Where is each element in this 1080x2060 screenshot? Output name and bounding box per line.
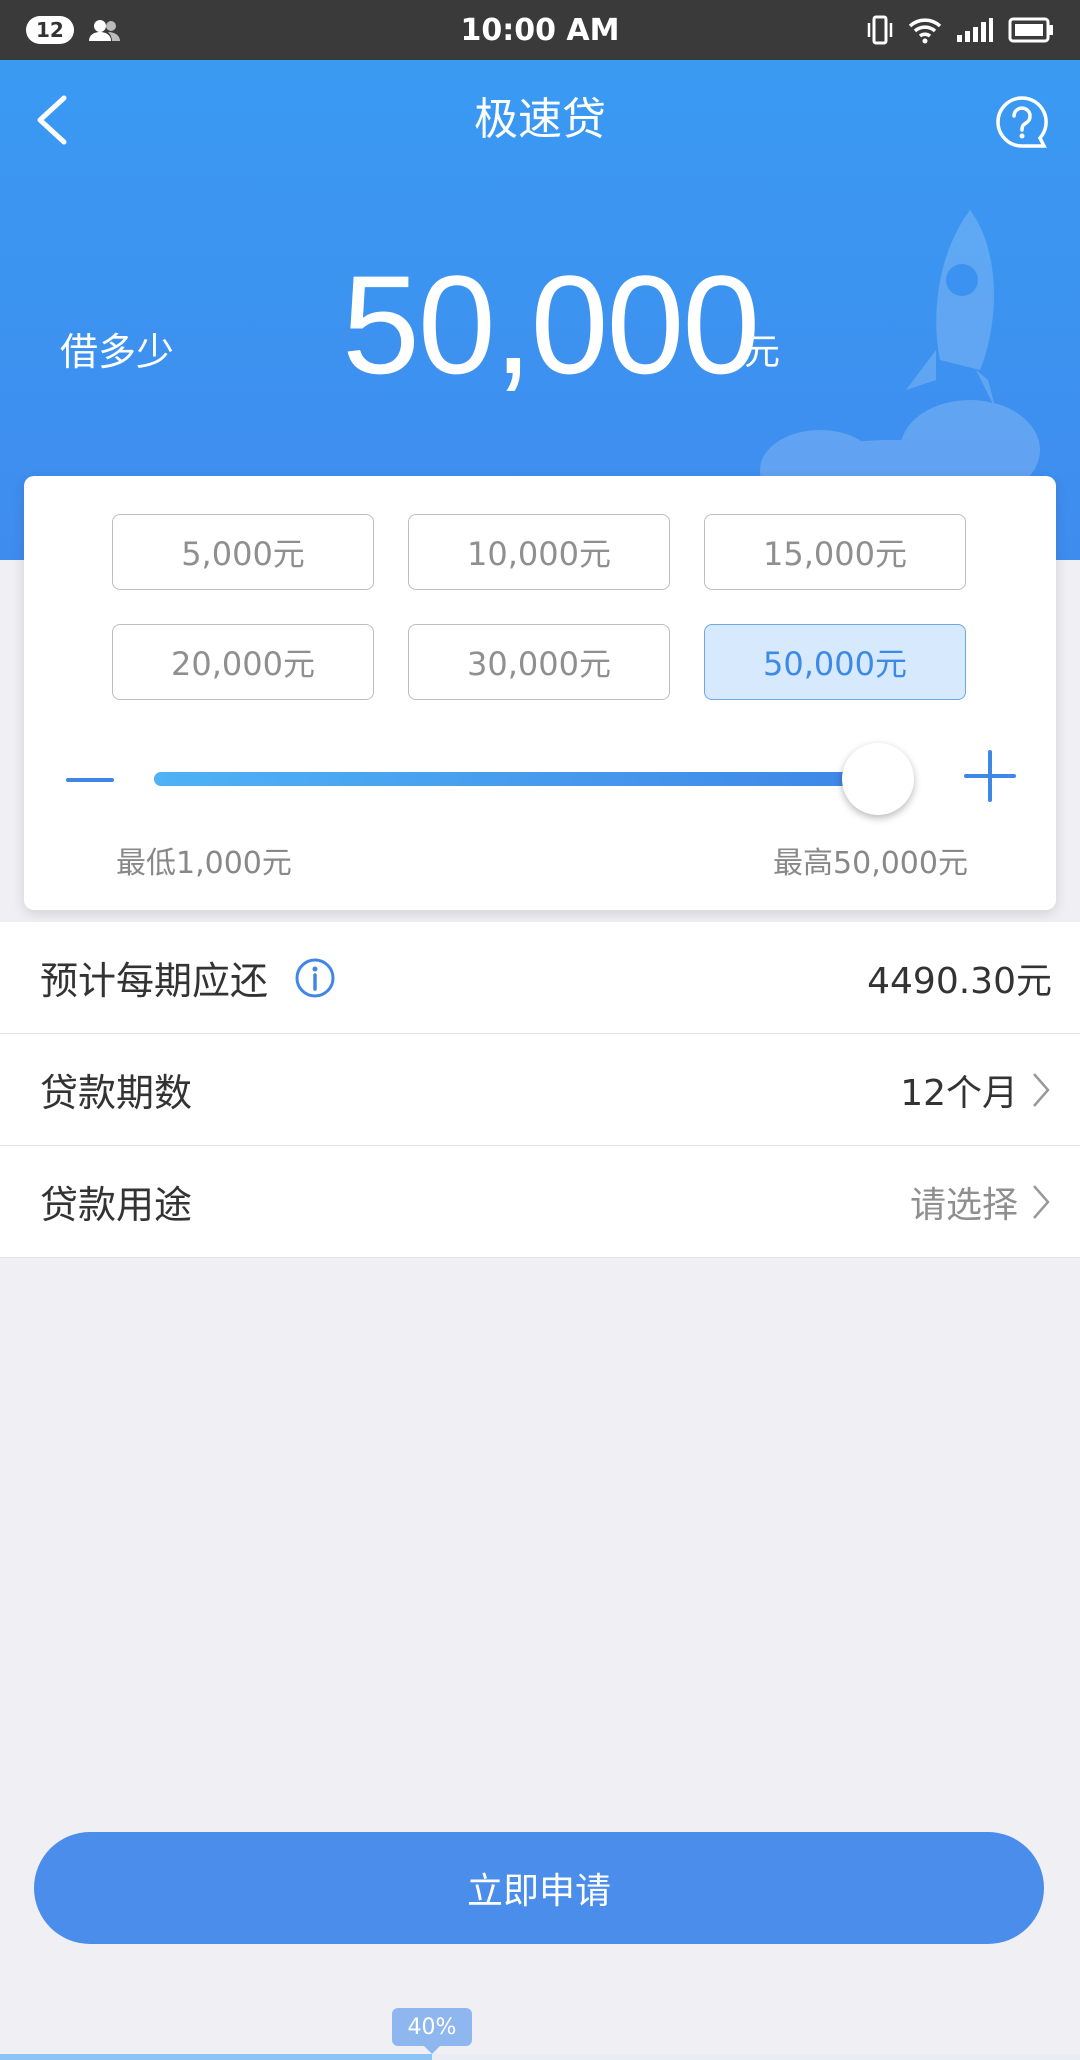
- amount-option-5000[interactable]: 5,000元: [112, 514, 374, 590]
- borrow-amount-label: 借多少: [60, 330, 175, 374]
- loan-term-value-group: 12个月: [900, 1064, 1052, 1116]
- info-icon[interactable]: [294, 957, 336, 999]
- amount-option-grid: 5,000元 10,000元 15,000元 20,000元 30,000元 5…: [112, 514, 968, 700]
- progress-bar-fill: [0, 2054, 432, 2060]
- status-bar-right: [866, 15, 1054, 45]
- amount-slider-track[interactable]: [154, 743, 914, 815]
- apply-now-button[interactable]: 立即申请: [34, 1832, 1044, 1944]
- chevron-right-icon: [1033, 1072, 1050, 1107]
- vibrate-icon: [867, 15, 893, 45]
- notification-count-badge: 12: [26, 16, 74, 44]
- repayment-label-group: 预计每期应还: [40, 950, 336, 1005]
- amount-option-50000[interactable]: 50,000元: [704, 624, 966, 700]
- amount-option-15000[interactable]: 15,000元: [704, 514, 966, 590]
- amount-option-30000[interactable]: 30,000元: [408, 624, 670, 700]
- plus-icon[interactable]: [960, 746, 1020, 806]
- question-bubble-icon[interactable]: [994, 94, 1050, 150]
- status-bar: 12 10:00 AM: [0, 0, 1080, 60]
- loan-purpose-label: 贷款用途: [40, 1183, 193, 1227]
- battery-icon: [1008, 17, 1053, 43]
- page-title: 极速贷: [474, 94, 606, 145]
- progress-badge: 40%: [392, 2008, 472, 2054]
- loan-term-row[interactable]: 贷款期数 12个月: [0, 1034, 1080, 1146]
- loan-amount-unit: 元: [744, 332, 781, 373]
- loan-term-label: 贷款期数: [40, 1071, 193, 1115]
- loan-purpose-row[interactable]: 贷款用途 请选择: [0, 1146, 1080, 1258]
- slider-min-label: 最低1,000元: [116, 846, 292, 881]
- status-bar-left: 12: [26, 16, 122, 44]
- wifi-icon: [908, 18, 942, 44]
- contacts-icon: [88, 20, 120, 41]
- slider-max-label: 最高50,000元: [773, 846, 968, 881]
- repayment-row: 预计每期应还 4490.30元: [0, 922, 1080, 1034]
- amount-slider-handle[interactable]: [842, 743, 914, 815]
- chevron-right-icon: [1033, 1184, 1050, 1219]
- loan-purpose-value: 请选择: [909, 1184, 1018, 1226]
- repayment-label: 预计每期应还: [40, 959, 269, 1003]
- amount-option-20000[interactable]: 20,000元: [112, 624, 374, 700]
- progress-bar: [0, 2054, 1080, 2060]
- amount-selection-card: 5,000元 10,000元 15,000元 20,000元 30,000元 5…: [24, 476, 1056, 910]
- loan-detail-list: 预计每期应还 4490.30元 贷款期数 12个月 贷款用途 请选择: [0, 922, 1080, 1258]
- repayment-value: 4490.30元: [867, 960, 1052, 1002]
- amount-slider-fill: [154, 772, 878, 786]
- loan-amount-value: 50,000: [342, 246, 760, 403]
- loan-term-value: 12个月: [900, 1072, 1018, 1114]
- amount-option-10000[interactable]: 10,000元: [408, 514, 670, 590]
- loan-purpose-value-group: 请选择: [910, 1176, 1052, 1228]
- minus-icon[interactable]: [60, 750, 120, 810]
- signal-icon: [957, 18, 993, 42]
